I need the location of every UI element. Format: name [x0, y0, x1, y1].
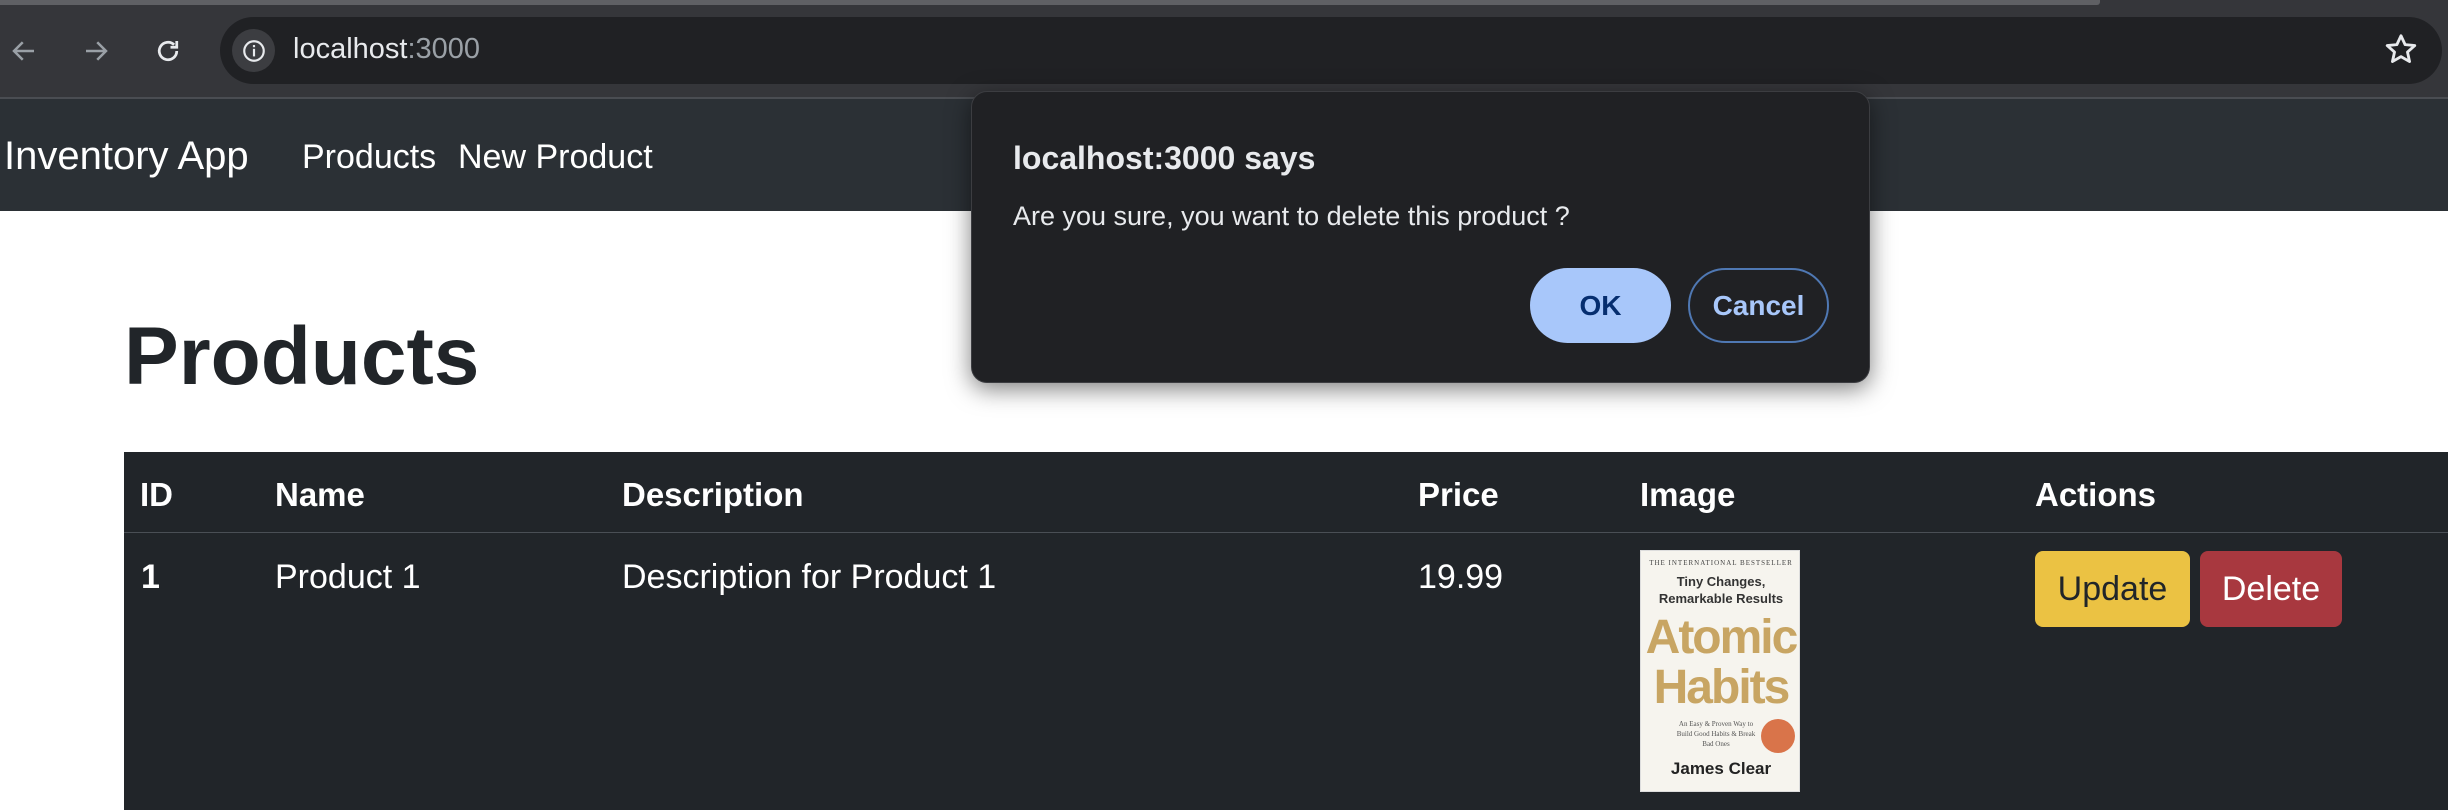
cell-price: 19.99: [1418, 558, 1504, 596]
cancel-button[interactable]: Cancel: [1688, 268, 1829, 343]
confirm-dialog: localhost:3000 says Are you sure, you wa…: [971, 91, 1870, 383]
cover-tagline-line-1: Tiny Changes,: [1676, 574, 1766, 589]
star-icon[interactable]: [2382, 31, 2420, 69]
cover-title: Atomic Habits: [1641, 611, 1799, 714]
update-button[interactable]: Update: [2035, 551, 2190, 627]
reload-icon: [157, 40, 179, 62]
url-port: :3000: [407, 33, 481, 65]
cover-tagline: Tiny Changes, Remarkable Results: [1641, 573, 1799, 607]
cover-title-line-1: Atomic: [1645, 611, 1799, 664]
site-info-button[interactable]: [232, 29, 275, 72]
cell-id: 1: [141, 558, 160, 596]
cover-title-line-2: Habits: [1653, 661, 1791, 714]
cover-author: James Clear: [1670, 759, 1772, 778]
cover-badge: [1761, 719, 1795, 753]
column-header-price: Price: [1418, 476, 1499, 513]
back-icon: [12, 41, 34, 61]
delete-button[interactable]: Delete: [2200, 551, 2342, 627]
dialog-title: localhost:3000 says: [1013, 140, 1316, 176]
column-header-actions: Actions: [2035, 476, 2157, 513]
ok-button[interactable]: OK: [1530, 268, 1671, 343]
tab-strip-edge: [0, 0, 2100, 5]
cover-tagline-line-2: Remarkable Results: [1658, 591, 1784, 606]
browser-toolbar: localhost:3000: [0, 0, 2448, 97]
products-table: ID Name Description Price Image Actions …: [124, 452, 2448, 810]
reload-button[interactable]: [144, 27, 192, 75]
nav-link-products[interactable]: Products: [302, 138, 436, 177]
back-button[interactable]: [0, 27, 48, 75]
address-bar[interactable]: localhost:3000: [220, 17, 2442, 84]
forward-icon: [86, 41, 108, 61]
forward-button[interactable]: [72, 27, 120, 75]
cover-kicker: THE INTERNATIONAL BESTSELLER: [1649, 559, 1793, 567]
brand-link[interactable]: Inventory App: [4, 134, 249, 179]
cell-name: Product 1: [275, 558, 421, 596]
nav-link-new-product[interactable]: New Product: [458, 138, 653, 177]
cell-description: Description for Product 1: [622, 558, 997, 596]
column-header-id: ID: [140, 476, 173, 513]
cover-subtitle: An Easy & Proven Way to Build Good Habit…: [1676, 720, 1756, 748]
url-host: localhost: [293, 33, 408, 65]
product-image: THE INTERNATIONAL BESTSELLER Tiny Change…: [1640, 550, 1800, 792]
column-header-name: Name: [275, 476, 365, 513]
url-text: localhost:3000: [293, 33, 480, 66]
header-divider: [124, 532, 2448, 533]
page-title: Products: [124, 311, 480, 402]
dialog-message: Are you sure, you want to delete this pr…: [1013, 201, 1570, 231]
column-header-description: Description: [622, 476, 804, 513]
column-header-image: Image: [1640, 476, 1736, 513]
info-icon: [242, 39, 265, 62]
